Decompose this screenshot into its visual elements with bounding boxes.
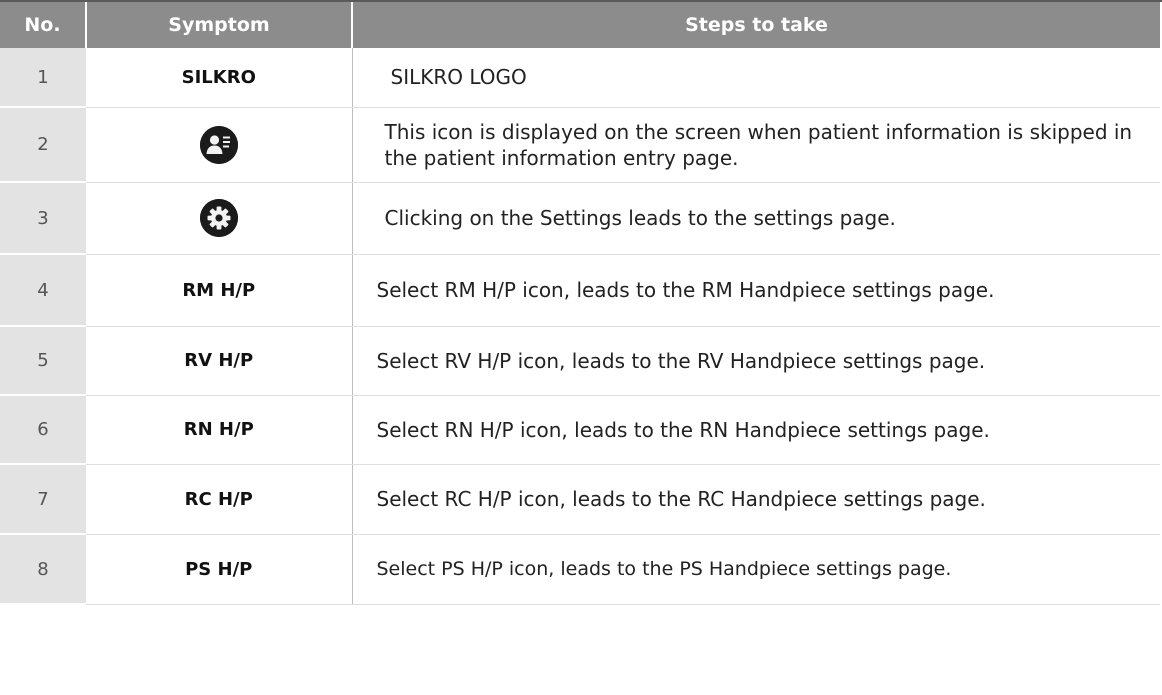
symptom-icon-cell xyxy=(86,107,353,183)
steps-cell: Select RC H/P icon, leads to the RC Hand… xyxy=(352,464,1160,535)
table-row: 1 SILKRO SILKRO LOGO xyxy=(0,48,1160,108)
symptom-label: PS H/P xyxy=(86,534,353,605)
table-row: 2 This icon is displayed on the screen w… xyxy=(0,107,1160,183)
steps-cell: Select RV H/P icon, leads to the RV Hand… xyxy=(352,326,1160,396)
steps-text: Select RN H/P icon, leads to the RN Hand… xyxy=(376,417,990,442)
row-number: 4 xyxy=(0,254,86,327)
steps-cell: Select RN H/P icon, leads to the RN Hand… xyxy=(352,395,1160,465)
row-number: 8 xyxy=(0,534,86,605)
steps-text: Clicking on the Settings leads to the se… xyxy=(384,206,896,230)
symptom-icon-cell xyxy=(86,182,353,255)
table-row: 8 PS H/P Select PS H/P icon, leads to th… xyxy=(0,534,1160,605)
row-number: 7 xyxy=(0,464,86,535)
row-number: 5 xyxy=(0,326,86,396)
header-no: No. xyxy=(0,2,87,48)
steps-text: Select RC H/P icon, leads to the RC Hand… xyxy=(376,487,986,511)
steps-text: Select RV H/P icon, leads to the RV Hand… xyxy=(376,348,986,373)
steps-cell: SILKRO LOGO xyxy=(352,48,1160,108)
symptom-steps-table: No. Symptom Steps to take 1 SILKRO SILKR… xyxy=(0,2,1160,605)
header-steps: Steps to take xyxy=(352,2,1160,48)
symptom-label: SILKRO xyxy=(86,48,353,108)
symptom-label: RV H/P xyxy=(86,326,353,396)
steps-text: SILKRO LOGO xyxy=(390,65,527,90)
symptom-label: RN H/P xyxy=(86,395,353,465)
steps-text: This icon is displayed on the screen whe… xyxy=(384,119,1133,170)
table-row: 5 RV H/P Select RV H/P icon, leads to th… xyxy=(0,326,1160,396)
row-number: 2 xyxy=(0,107,86,183)
row-number: 1 xyxy=(0,48,86,108)
header-symptom: Symptom xyxy=(86,2,353,48)
table-header: No. Symptom Steps to take xyxy=(0,2,1160,48)
table-row: 7 RC H/P Select RC H/P icon, leads to th… xyxy=(0,464,1160,535)
table-row: 3 Clicking on the Settings leads to the … xyxy=(0,182,1160,255)
patient-info-icon xyxy=(199,125,238,164)
steps-text: Select PS H/P icon, leads to the PS Hand… xyxy=(376,558,952,580)
row-number: 6 xyxy=(0,395,86,465)
steps-cell: This icon is displayed on the screen whe… xyxy=(352,107,1160,183)
symptom-label: RC H/P xyxy=(86,464,353,535)
steps-text: Select RM H/P icon, leads to the RM Hand… xyxy=(376,278,995,302)
steps-cell: Select PS H/P icon, leads to the PS Hand… xyxy=(352,534,1160,605)
table-row: 4 RM H/P Select RM H/P icon, leads to th… xyxy=(0,254,1160,327)
row-number: 3 xyxy=(0,182,86,255)
steps-cell: Clicking on the Settings leads to the se… xyxy=(352,182,1160,255)
steps-cell: Select RM H/P icon, leads to the RM Hand… xyxy=(352,254,1160,327)
table-row: 6 RN H/P Select RN H/P icon, leads to th… xyxy=(0,395,1160,465)
settings-gear-icon xyxy=(199,199,238,237)
symptom-label: RM H/P xyxy=(86,254,353,327)
